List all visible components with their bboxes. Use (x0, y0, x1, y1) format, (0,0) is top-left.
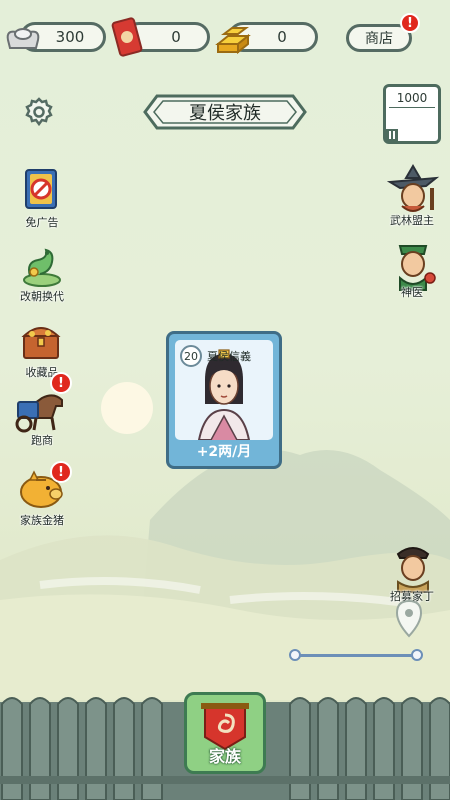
menu-recruit-servant[interactable]: 招募家丁 (382, 540, 442, 604)
character-name: 夏侯信義 (207, 350, 251, 363)
martial-leader-icon (386, 164, 440, 212)
counter-divider (389, 107, 435, 108)
zoom-slider-track[interactable] (295, 654, 417, 657)
settings-gear-icon[interactable] (23, 96, 55, 128)
family-button[interactable]: 家族 (184, 692, 266, 774)
silver-value: 300 (55, 28, 85, 46)
gold-value: 0 (277, 28, 287, 46)
location-pin-icon[interactable] (394, 598, 424, 640)
red-ticket-icon (111, 17, 143, 57)
menu-martial-leader-label: 武林盟主 (390, 214, 434, 227)
menu-trade-label: 跑商 (31, 434, 53, 447)
page-title: 夏侯家族 (189, 103, 261, 124)
calendar-counter[interactable]: 1000 (383, 84, 441, 144)
treasure-chest-icon (21, 327, 61, 359)
trade-badge-text: ! (58, 375, 64, 391)
menu-collection[interactable]: 收藏品 (12, 316, 72, 380)
menu-family-golden-pig-label: 家族金猪 (20, 514, 64, 527)
pause-icon[interactable] (386, 129, 398, 141)
no-ads-card-icon (25, 169, 57, 209)
golden-pig-badge-text: ! (58, 464, 64, 480)
character-level-badge: 20 (180, 345, 202, 367)
menu-no-ads[interactable]: 免广告 (12, 166, 72, 230)
ticket-value: 0 (171, 28, 181, 46)
gold-bar-icon (215, 27, 251, 55)
family-title-banner: 夏侯家族 (143, 94, 307, 130)
counter-value: 1000 (396, 91, 428, 105)
menu-dynasty-change[interactable]: 改朝换代 (12, 240, 72, 304)
shop-badge-text: ! (407, 15, 413, 31)
zoom-slider-min-knob[interactable] (289, 649, 301, 661)
family-button-label: 家族 (208, 747, 241, 766)
character-card[interactable]: 20 夏侯信義 +2两/月 (166, 331, 282, 469)
menu-doctor[interactable]: 神医 (382, 236, 442, 300)
menu-doctor-label: 神医 (401, 286, 423, 299)
recruit-servant-icon (396, 547, 430, 593)
menu-martial-leader[interactable]: 武林盟主 (382, 164, 442, 228)
golden-pig-alert-badge: ! (50, 461, 72, 483)
character-income: +2两/月 (196, 444, 252, 460)
character-portrait-frame: 20 夏侯信義 (175, 340, 273, 440)
shop-label: 商店 (365, 31, 393, 47)
shop-alert-badge: ! (400, 13, 420, 33)
silver-ingot-icon (6, 28, 40, 49)
menu-no-ads-label: 免广告 (25, 216, 59, 229)
jade-dragon-icon (23, 248, 61, 287)
trade-alert-badge: ! (50, 372, 72, 394)
menu-dynasty-change-label: 改朝换代 (20, 290, 64, 303)
zoom-slider-max-knob[interactable] (411, 649, 423, 661)
